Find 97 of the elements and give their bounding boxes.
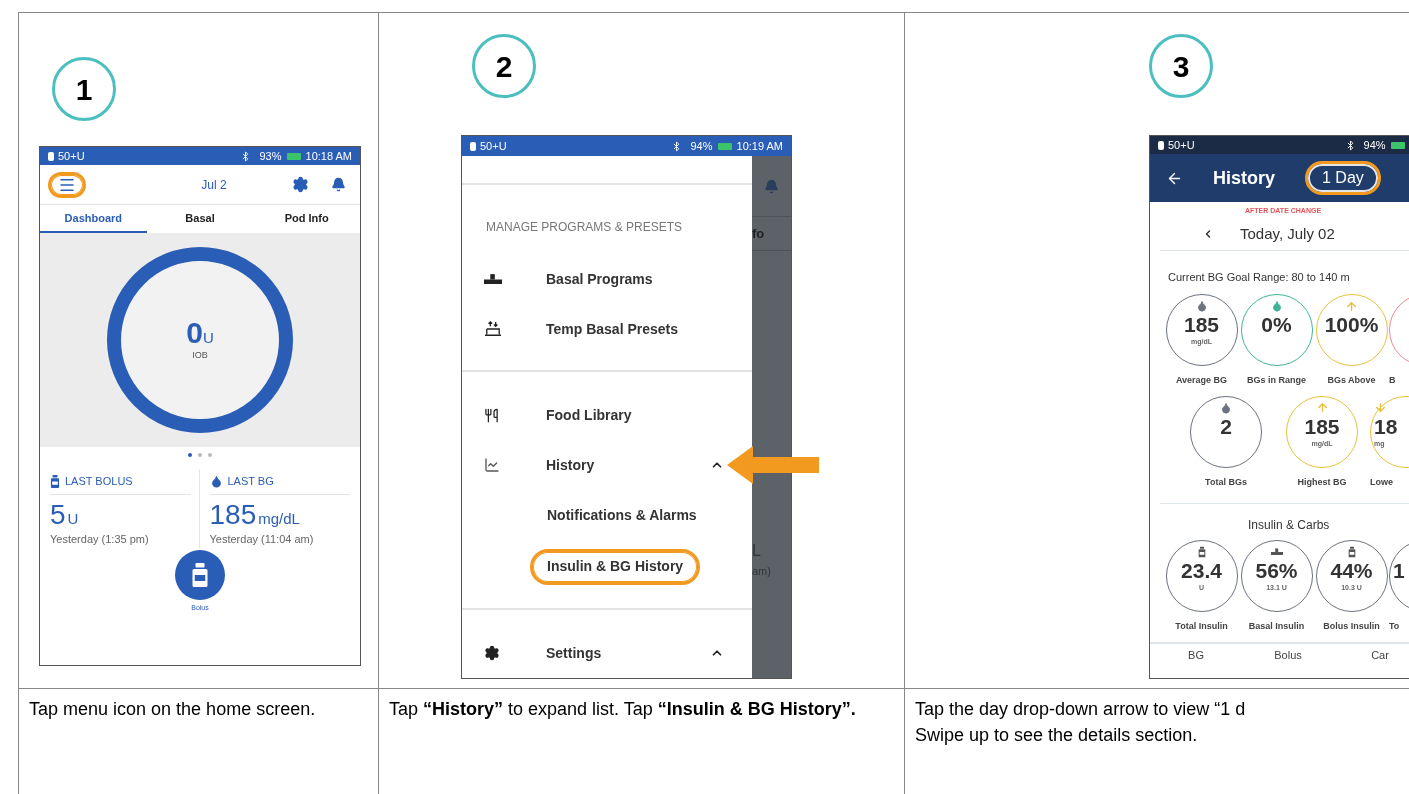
pod-icon <box>1158 140 1164 150</box>
pod-status: 50+U <box>1168 137 1195 153</box>
menu-item-label: Food Library <box>546 405 632 425</box>
pod-icon <box>48 151 54 161</box>
battery-icon <box>717 142 732 150</box>
range-dropdown[interactable]: 1 Day <box>1305 161 1381 195</box>
up-arrow-icon <box>1315 401 1329 414</box>
bolus-button[interactable] <box>175 549 225 600</box>
step-instruction: Tap “History” to expand list. Tap “Insulin & BG History”. <box>389 698 857 721</box>
stat-label: Lowe <box>1370 475 1393 489</box>
vial-icon <box>50 475 60 488</box>
menu-item-label: Temp Basal Presets <box>546 319 679 339</box>
stat-value: 44% <box>1330 559 1373 583</box>
iob-value: 0 <box>186 317 203 348</box>
pod-icon <box>470 141 476 151</box>
date-label: Jul 2 <box>201 176 227 194</box>
tab[interactable]: Car <box>1334 647 1409 664</box>
chart-icon <box>484 457 500 473</box>
battery-percent: 94% <box>1363 137 1386 153</box>
pod-status: 50+U <box>480 138 507 154</box>
stat-value: 0% <box>1261 313 1292 337</box>
reading-value: 5 <box>50 499 66 531</box>
section-title: Insulin & Carbs <box>1248 517 1330 534</box>
step-number: 2 <box>472 34 536 98</box>
stat-label: Basal Insulin <box>1248 620 1305 633</box>
stat-label: BGs Above <box>1327 374 1376 387</box>
step-instruction: Swipe up to see the details section. <box>915 724 1199 747</box>
goal-range: Current BG Goal Range: 80 to 140 m <box>1168 269 1351 285</box>
drop-icon <box>209 475 223 488</box>
screen-title: History <box>1213 166 1275 190</box>
menu-item[interactable]: Food Library <box>462 390 752 440</box>
iob-label: IOB <box>192 349 208 362</box>
menu-item[interactable]: History <box>462 440 752 490</box>
iob-unit: U <box>202 327 214 348</box>
stat-value: 2 <box>1220 414 1232 439</box>
settings-icon[interactable] <box>292 176 309 193</box>
stat-value: 185 <box>1304 414 1340 439</box>
step-instruction: Tap the day drop-down arrow to view “1 d <box>915 698 1247 721</box>
stat-value: 18 <box>1374 414 1398 439</box>
battery-percent: 94% <box>690 138 713 154</box>
menu-item[interactable]: Temp Basal Presets <box>462 304 752 354</box>
reading-time: Yesterday (11:04 am) <box>209 532 315 547</box>
reading-time: Yesterday (1:35 pm) <box>50 532 150 547</box>
menu-button[interactable] <box>48 171 86 198</box>
submenu-item[interactable]: Notifications & Alarms <box>530 497 714 534</box>
stat-value: 1 <box>1393 559 1405 583</box>
bell-icon[interactable] <box>331 177 346 192</box>
down-arrow-icon <box>1374 401 1387 414</box>
tab[interactable]: Basal <box>146 205 254 233</box>
pod-status: 50+U <box>58 148 85 164</box>
utensils-icon <box>484 407 499 423</box>
step-number: 1 <box>52 57 116 121</box>
reading-unit: U <box>67 509 79 529</box>
tab[interactable]: Bolus <box>1242 647 1334 664</box>
drop-icon <box>1220 401 1232 414</box>
stat-label: Total Insulin <box>1175 620 1228 633</box>
stat-value: 56% <box>1255 559 1298 583</box>
card-title: LAST BG <box>227 474 274 490</box>
date-title: Today, July 02 <box>1240 223 1335 244</box>
step-instruction: Tap menu icon on the home screen. <box>29 698 317 721</box>
stat-value: 23.4 <box>1181 559 1222 583</box>
battery-icon <box>286 152 301 160</box>
submenu-item[interactable]: Insulin & BG History <box>530 548 701 585</box>
drop-icon <box>1270 300 1283 312</box>
menu-item-label: Basal Programs <box>546 269 653 289</box>
settings-icon <box>484 645 500 661</box>
vial-icon <box>1347 546 1356 558</box>
stat-label: Average BG <box>1175 374 1228 387</box>
reading-value: 185 <box>209 499 257 531</box>
vial-icon <box>191 562 209 587</box>
stat-label: B <box>1389 374 1396 387</box>
bell-icon <box>764 178 779 194</box>
up-arrow-icon <box>1345 299 1358 313</box>
clock: 10:18 AM <box>305 148 352 164</box>
step-number: 3 <box>1149 34 1213 98</box>
section-title: MANAGE PROGRAMS & PRESETS <box>485 219 684 236</box>
clock: 10:19 AM <box>736 138 783 154</box>
battery-percent: 93% <box>259 148 282 164</box>
menu-item[interactable]: Settings <box>462 628 752 678</box>
tab[interactable]: Pod Info <box>253 205 360 233</box>
stat-label: To <box>1389 620 1400 633</box>
menu-item-label: Settings <box>546 643 602 663</box>
stat-label: Bolus Insulin <box>1323 620 1380 633</box>
tab[interactable]: BG <box>1150 647 1242 664</box>
menu-item-label: History <box>546 455 595 475</box>
stat-label: Highest BG <box>1297 475 1347 489</box>
menu-item[interactable]: Basal Programs <box>462 254 752 304</box>
vial-icon <box>1197 546 1206 558</box>
stat-label: BGs in Range <box>1247 374 1306 387</box>
card-title: LAST BOLUS <box>65 474 133 490</box>
reading-unit: mg/dL <box>258 509 300 529</box>
background-text: fo <box>752 224 765 243</box>
drop-icon <box>1195 300 1208 312</box>
stat-label: Total BGs <box>1205 475 1247 489</box>
stat-value: 185 <box>1183 313 1219 337</box>
stat-value: 100% <box>1324 313 1379 337</box>
battery-icon <box>1390 141 1405 149</box>
